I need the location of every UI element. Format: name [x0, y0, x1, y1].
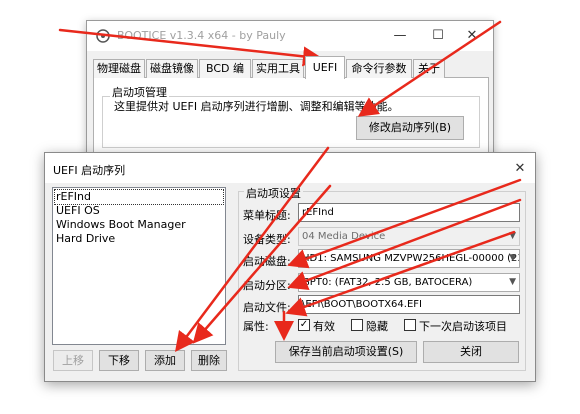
boot-file-label: 启动文件:	[243, 301, 291, 314]
tab-command-line[interactable]: 命令行参数	[346, 59, 412, 78]
app-icon	[96, 29, 110, 43]
add-button[interactable]: 添加	[145, 350, 185, 371]
active-checkbox[interactable]: ✓	[298, 319, 310, 331]
active-checkbox-label: 有效	[313, 320, 335, 333]
close-dialog-button[interactable]: 关闭	[423, 341, 519, 363]
dialog-title: UEFI 启动序列	[53, 164, 126, 177]
boot-disk-select[interactable]: HD1: SAMSUNG MZVPW256HEGL-00000 (238.5 ▼	[298, 249, 520, 268]
minimize-icon[interactable]: —	[389, 25, 411, 47]
list-item[interactable]: rEFInd	[54, 189, 224, 205]
boot-partition-value: GPT0: (FAT32, 2.5 GB, BATOCERA)	[302, 277, 473, 288]
hidden-checkbox-label: 隐藏	[366, 320, 388, 333]
maximize-icon[interactable]: ☐	[427, 25, 449, 47]
close-icon[interactable]: ✕	[461, 25, 483, 47]
chevron-down-icon: ▼	[509, 277, 516, 287]
tab-about[interactable]: 关于	[413, 59, 445, 78]
tab-physical-disk[interactable]: 物理磁盘	[93, 59, 145, 78]
next-boot-checkbox[interactable]	[404, 319, 416, 331]
delete-button[interactable]: 删除	[191, 350, 227, 371]
list-item[interactable]: UEFI OS	[55, 204, 223, 218]
save-settings-button[interactable]: 保存当前启动项设置(S)	[275, 341, 417, 363]
chevron-down-icon: ▼	[509, 253, 516, 263]
dialog-titlebar: UEFI 启动序列 ✕	[45, 153, 535, 183]
menu-title-field[interactable]: rEFInd	[298, 203, 520, 222]
menu-title-label: 菜单标题:	[243, 209, 291, 222]
tab-disk-image[interactable]: 磁盘镜像	[146, 59, 198, 78]
modify-boot-sequence-button[interactable]: 修改启动序列(B)	[356, 116, 464, 140]
close-icon[interactable]: ✕	[509, 158, 531, 180]
boot-partition-label: 启动分区:	[243, 279, 291, 292]
list-item[interactable]: Hard Drive	[55, 232, 223, 246]
device-type-label: 设备类型:	[243, 233, 291, 246]
main-titlebar: BOOTICE v1.3.4 x64 - by Pauly — ☐ ✕	[87, 21, 493, 51]
move-up-button[interactable]: 上移	[53, 350, 93, 371]
list-item[interactable]: Windows Boot Manager	[55, 218, 223, 232]
main-window-title: BOOTICE v1.3.4 x64 - by Pauly	[117, 29, 286, 42]
tab-utilities[interactable]: 实用工具	[252, 59, 304, 78]
boot-file-field[interactable]: \EFI\BOOT\BOOTX64.EFI	[298, 295, 520, 314]
move-down-button[interactable]: 下移	[99, 350, 139, 371]
main-tab-bar: 物理磁盘 磁盘镜像 BCD 编辑 实用工具 UEFI 命令行参数 关于	[93, 56, 489, 92]
boot-entry-list[interactable]: rEFInd UEFI OS Windows Boot Manager Hard…	[52, 187, 226, 345]
boot-entry-description: 这里提供对 UEFI 启动序列进行增删、调整和编辑等功能。	[114, 100, 399, 113]
boot-settings-title: 启动项设置	[244, 185, 303, 201]
chevron-down-icon: ▼	[509, 231, 516, 241]
boot-partition-select[interactable]: GPT0: (FAT32, 2.5 GB, BATOCERA) ▼	[298, 273, 520, 292]
next-boot-checkbox-label: 下一次启动该项目	[419, 320, 507, 333]
attributes-label: 属性:	[243, 320, 269, 333]
uefi-boot-sequence-dialog: UEFI 启动序列 ✕ rEFInd UEFI OS Windows Boot …	[44, 152, 536, 382]
tab-bcd-edit[interactable]: BCD 编辑	[199, 59, 251, 92]
boot-disk-label: 启动磁盘:	[243, 255, 291, 268]
tab-uefi[interactable]: UEFI	[305, 56, 345, 79]
boot-disk-value: HD1: SAMSUNG MZVPW256HEGL-00000 (238.5	[302, 253, 520, 264]
device-type-value: 04 Media Device	[302, 231, 386, 242]
hidden-checkbox[interactable]	[351, 319, 363, 331]
device-type-select[interactable]: 04 Media Device ▼	[298, 227, 520, 246]
